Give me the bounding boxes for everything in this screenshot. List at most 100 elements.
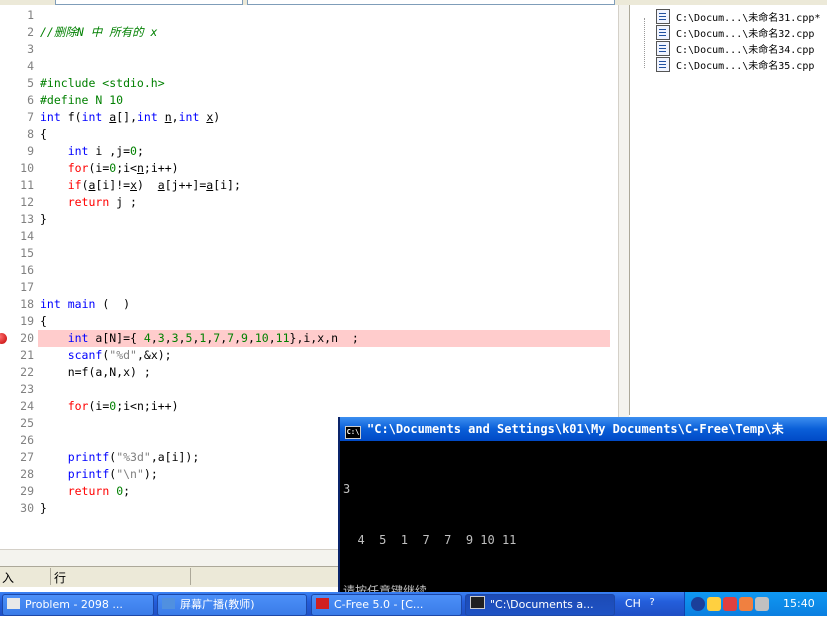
line-number: 21 [20, 348, 34, 362]
file-tree-item[interactable]: C:\Docum...\未命名35.cpp [656, 57, 814, 73]
code-token: int [40, 110, 61, 124]
code-token: [], [116, 110, 137, 124]
code-line-breakpoint[interactable]: 20 int a[N]={ 4,3,3,5,1,7,7,9,10,11},i,x… [0, 330, 618, 347]
line-number: 6 [27, 93, 34, 107]
code-token: },i,x,n ; [289, 331, 359, 345]
code-token: , [247, 331, 255, 345]
line-number: 30 [20, 501, 34, 515]
line-number: 8 [27, 127, 34, 141]
line-number: 15 [20, 246, 34, 260]
code-token: if [67, 178, 82, 192]
code-line[interactable]: 12 return j ; [0, 194, 618, 211]
file-tree-item[interactable]: C:\Docum...\未命名34.cpp [656, 41, 814, 57]
code-token: , [164, 331, 172, 345]
tray-qq-icon[interactable] [707, 597, 721, 611]
code-line[interactable]: 16 [0, 262, 618, 279]
code-line[interactable]: 4 [0, 58, 618, 75]
code-token: ) [137, 178, 158, 192]
code-token: , [171, 110, 179, 124]
code-token: //删除N 中 所有的 x [40, 25, 158, 39]
code-line[interactable]: 5 #include <stdio.h> [0, 75, 618, 92]
console-window[interactable]: C:\ "C:\Documents and Settings\k01\My Doc… [338, 417, 827, 598]
code-token: n=f(a,N,x) ; [40, 365, 151, 379]
line-number: 20 [20, 331, 34, 345]
line-number: 2 [27, 25, 34, 39]
console-icon [470, 596, 485, 609]
code-line[interactable]: 22 n=f(a,N,x) ; [0, 364, 618, 381]
console-output-line: 4 5 1 7 7 9 10 11 [343, 533, 517, 547]
status-separator [190, 568, 191, 585]
file-tree-item[interactable]: C:\Docum...\未命名32.cpp [656, 25, 814, 41]
line-number: 13 [20, 212, 34, 226]
task-console[interactable]: "C:\Documents a... [465, 594, 615, 616]
code-line[interactable]: 10 for(i=0;i<n;i++) [0, 160, 618, 177]
browser-icon [7, 598, 20, 609]
cpp-file-icon [656, 25, 670, 40]
code-line[interactable]: 8{ [0, 126, 618, 143]
code-line[interactable]: 9 int i ,j=0; [0, 143, 618, 160]
code-line[interactable]: 13} [0, 211, 618, 228]
code-line[interactable]: 3 [0, 41, 618, 58]
file-tree-item[interactable]: C:\Docum...\未命名31.cpp* [656, 9, 820, 25]
code-text: { [40, 313, 47, 330]
line-number: 14 [20, 229, 34, 243]
task-label: 屏幕广播(教师) [180, 598, 255, 611]
code-token: 9 [241, 331, 248, 345]
code-line[interactable]: 21 scanf("%d",&x); [0, 347, 618, 364]
editor-horizontal-scrollbar[interactable] [0, 549, 340, 567]
task-cfree-ide[interactable]: C-Free 5.0 - [C... [311, 594, 462, 616]
file-tree-label: C:\Docum...\未命名34.cpp [676, 45, 815, 56]
code-line[interactable]: 1 [0, 7, 618, 24]
cpp-file-icon [656, 9, 670, 24]
line-number: 23 [20, 382, 34, 396]
line-number: 26 [20, 433, 34, 447]
code-line[interactable]: 14 [0, 228, 618, 245]
clock[interactable]: 15:40 [783, 592, 815, 616]
code-line[interactable]: 11 if(a[i]!=x) a[j++]=a[i]; [0, 177, 618, 194]
cpp-file-icon [656, 41, 670, 56]
code-token: 3 [171, 331, 179, 345]
code-line[interactable]: 2 //删除N 中 所有的 x [0, 24, 618, 41]
code-token: ,&x); [136, 348, 172, 362]
tray-app-icon[interactable] [723, 597, 737, 611]
code-token: #define N 10 [40, 93, 124, 107]
code-line[interactable]: 19 { [0, 313, 618, 330]
code-token: int [67, 331, 89, 345]
taskbar: Problem - 2098 ... 屏幕广播(教师) C-Free 5.0 -… [0, 592, 827, 616]
code-text: int a[N]={ 4,3,3,5,1,7,7,9,10,11},i,x,n … [40, 330, 359, 347]
code-token: #include <stdio.h> [40, 76, 165, 90]
code-token: [i]; [213, 178, 241, 192]
code-line[interactable]: 15 [0, 245, 618, 262]
code-token: ;i<n;i++) [116, 399, 179, 413]
language-indicator[interactable]: CH [625, 592, 641, 616]
code-token: (i= [88, 399, 110, 413]
task-problem-browser[interactable]: Problem - 2098 ... [2, 594, 154, 616]
line-number: 16 [20, 263, 34, 277]
code-token: x [130, 178, 137, 192]
code-line[interactable]: 18 int main ( ) [0, 296, 618, 313]
console-title-bar[interactable]: C:\ "C:\Documents and Settings\k01\My Doc… [340, 417, 827, 441]
code-token: 0 [130, 144, 137, 158]
code-token: int [137, 110, 158, 124]
code-token: } [40, 501, 47, 515]
code-token: j ; [109, 195, 137, 209]
task-screen-broadcast[interactable]: 屏幕广播(教师) [157, 594, 307, 616]
code-line[interactable]: 6 #define N 10 [0, 92, 618, 109]
code-line[interactable]: 23 [0, 381, 618, 398]
code-token: i ,j= [88, 144, 131, 158]
code-line[interactable]: 17 [0, 279, 618, 296]
code-token: printf [67, 450, 110, 464]
code-text: int i ,j=0; [40, 143, 144, 160]
tray-back-icon[interactable] [691, 597, 705, 611]
code-line[interactable]: 24 for(i=0;i<n;i++) [0, 398, 618, 415]
tray-network-icon[interactable] [739, 597, 753, 611]
line-number: 28 [20, 467, 34, 481]
code-token: n [136, 161, 144, 175]
tray-monitor-icon[interactable] [755, 597, 769, 611]
code-line[interactable]: 7 int f(int a[],int n,int x) [0, 109, 618, 126]
input-method-icon[interactable]: ? [649, 596, 657, 610]
line-number: 3 [27, 42, 34, 56]
